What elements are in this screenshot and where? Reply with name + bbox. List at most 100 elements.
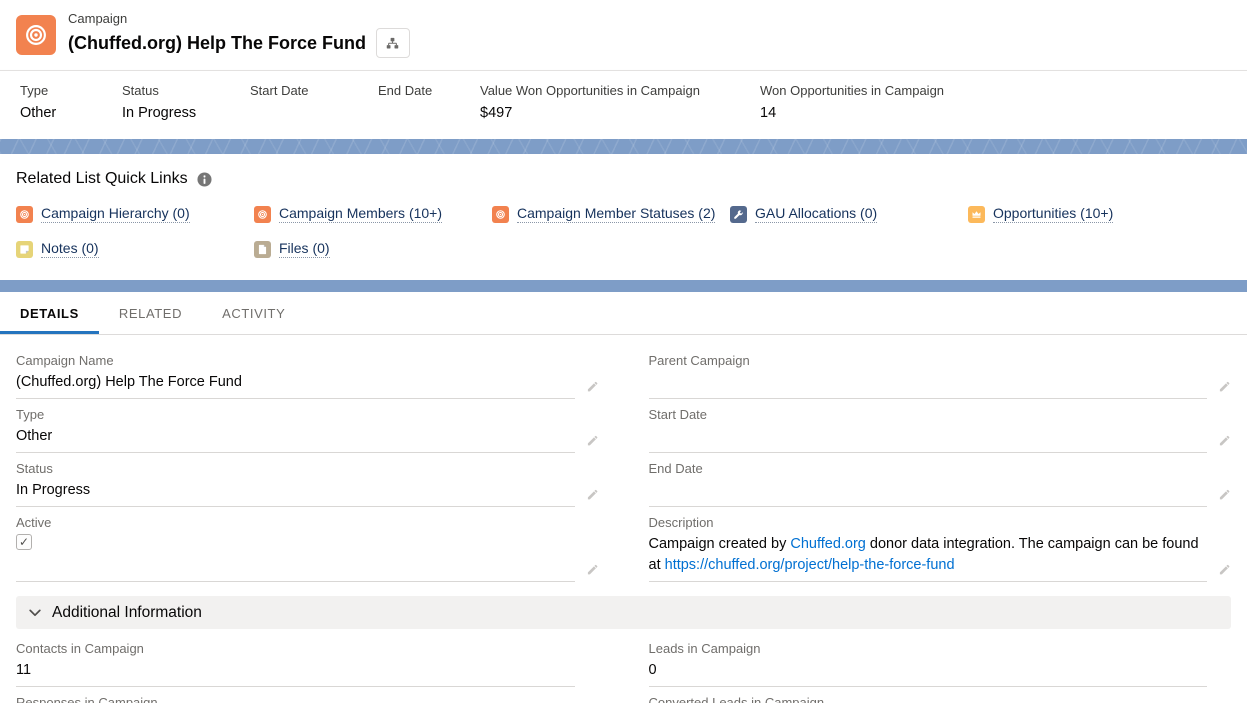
field-converted-leads-in-campaign: Converted Leads in Campaign0	[649, 687, 1232, 703]
field-main: Description Campaign created by Chuffed.o…	[649, 507, 1208, 582]
edit-type-button[interactable]	[575, 399, 599, 453]
edit-active-button[interactable]	[575, 507, 599, 582]
tab-activity[interactable]: ACTIVITY	[202, 292, 305, 334]
field-main: Responses in Campaign11	[16, 687, 575, 703]
field-main: StatusIn Progress	[16, 453, 575, 507]
highlight-end-date: End Date	[378, 83, 480, 123]
field-spacer	[575, 687, 599, 703]
description-link[interactable]: https://chuffed.org/project/help-the-for…	[665, 557, 955, 573]
field-end-date: End Date	[649, 453, 1232, 507]
field-value: In Progress	[16, 480, 575, 501]
field-description: Description Campaign created by Chuffed.o…	[649, 507, 1232, 582]
quick-link-label: Campaign Members (10+)	[279, 205, 442, 223]
field-value: ✓	[16, 534, 575, 553]
field-label: End Date	[649, 461, 1208, 476]
chevron-down-icon	[28, 606, 42, 620]
edit-parent-campaign-button[interactable]	[1207, 345, 1231, 399]
field-active: Active✓	[16, 507, 599, 582]
field-main: Leads in Campaign 0	[649, 633, 1208, 687]
highlight-label: Status	[122, 83, 250, 98]
field-main: Active✓	[16, 507, 575, 582]
record-header: Campaign (Chuffed.org) Help The Force Fu…	[0, 0, 1247, 70]
field-value: (Chuffed.org) Help The Force Fund	[16, 372, 575, 393]
notes-link[interactable]: Notes (0)	[16, 240, 99, 258]
background-band	[0, 139, 1247, 154]
note-icon	[16, 241, 33, 258]
description-link[interactable]: Chuffed.org	[790, 536, 866, 552]
edit-end-date-button[interactable]	[1207, 453, 1231, 507]
highlight-label: Start Date	[250, 83, 378, 98]
field-main: Converted Leads in Campaign0	[649, 687, 1208, 703]
file-icon	[254, 241, 271, 258]
campaign-members-link[interactable]: Campaign Members (10+)	[254, 205, 442, 223]
quick-link-label: Notes (0)	[41, 240, 99, 258]
org-chart-icon	[385, 36, 400, 51]
quick-link-label: GAU Allocations (0)	[755, 205, 877, 223]
field-contacts-in-campaign: Contacts in Campaign 11	[16, 633, 599, 687]
field-spacer	[1207, 687, 1231, 703]
highlight-value: Other	[20, 105, 122, 123]
highlight-value	[378, 105, 480, 123]
highlights-panel: Type OtherStatus In ProgressStart DateEnd …	[0, 70, 1247, 139]
background-band	[0, 280, 1247, 292]
highlight-start-date: Start Date	[250, 83, 378, 123]
edit-status-button[interactable]	[575, 453, 599, 507]
field-status: StatusIn Progress	[16, 453, 599, 507]
field-label: Parent Campaign	[649, 353, 1208, 368]
edit-campaign-name-button[interactable]	[575, 345, 599, 399]
quick-link-label: Opportunities (10+)	[993, 205, 1113, 223]
opportunities-link[interactable]: Opportunities (10+)	[968, 205, 1113, 223]
campaign-hierarchy-link[interactable]: Campaign Hierarchy (0)	[16, 205, 190, 223]
highlight-label: Type	[20, 83, 122, 98]
edit-description-button[interactable]	[1207, 507, 1231, 582]
highlight-value: $497	[480, 105, 760, 123]
field-label: Responses in Campaign	[16, 695, 575, 703]
field-parent-campaign: Parent Campaign	[649, 345, 1232, 399]
field-responses-in-campaign: Responses in Campaign11	[16, 687, 599, 703]
campaign-icon	[254, 206, 271, 223]
campaign-member-statuses-link[interactable]: Campaign Member Statuses (2)	[492, 205, 715, 223]
quick-links-grid: Campaign Hierarchy (0) Campaign Members (…	[16, 205, 1231, 258]
field-label: Leads in Campaign	[649, 641, 1208, 656]
quick-links-title: Related List Quick Links	[16, 170, 188, 188]
tab-related[interactable]: RELATED	[99, 292, 202, 334]
highlight-value: In Progress	[122, 105, 250, 123]
details-form: Campaign Name(Chuffed.org) Help The Forc…	[0, 335, 1247, 582]
tab-details[interactable]: DETAILS	[0, 292, 99, 334]
highlight-value-won-opportunities: Value Won Opportunities in Campaign$497	[480, 83, 760, 123]
gau-allocations-link[interactable]: GAU Allocations (0)	[730, 205, 877, 223]
campaign-icon	[16, 15, 56, 55]
edit-start-date-button[interactable]	[1207, 399, 1231, 453]
field-label: Start Date	[649, 407, 1208, 422]
field-main: Contacts in Campaign 11	[16, 633, 575, 687]
section-title: Additional Information	[52, 604, 202, 622]
field-main: TypeOther	[16, 399, 575, 453]
field-label: Contacts in Campaign	[16, 641, 575, 656]
quick-link-label: Campaign Member Statuses (2)	[517, 205, 715, 223]
page-title: (Chuffed.org) Help The Force Fund	[68, 33, 366, 54]
additional-information-section-header[interactable]: Additional Information	[16, 596, 1231, 629]
field-value: 11	[16, 660, 575, 681]
description-text: Campaign created by	[649, 536, 791, 552]
highlight-value	[250, 105, 378, 123]
field-value	[649, 426, 1208, 445]
field-value: 0	[649, 660, 1208, 681]
field-main: Parent Campaign	[649, 345, 1208, 399]
field-value: Other	[16, 426, 575, 447]
info-icon[interactable]	[197, 172, 212, 187]
campaign-icon	[16, 206, 33, 223]
active-checkbox[interactable]: ✓	[16, 534, 32, 550]
field-value	[649, 372, 1208, 391]
field-label: Description	[649, 515, 1208, 530]
highlight-label: End Date	[378, 83, 480, 98]
additional-information-form: Contacts in Campaign 11 Leads in Campaign 0…	[0, 629, 1247, 703]
highlight-label: Won Opportunities in Campaign	[760, 83, 1060, 98]
field-leads-in-campaign: Leads in Campaign 0	[649, 633, 1232, 687]
highlight-status: Status In Progress	[122, 83, 250, 123]
view-campaign-hierarchy-button[interactable]	[376, 28, 410, 58]
field-main: Start Date	[649, 399, 1208, 453]
files-link[interactable]: Files (0)	[254, 240, 330, 258]
field-value	[649, 480, 1208, 499]
field-spacer	[1207, 633, 1231, 687]
field-spacer	[575, 633, 599, 687]
